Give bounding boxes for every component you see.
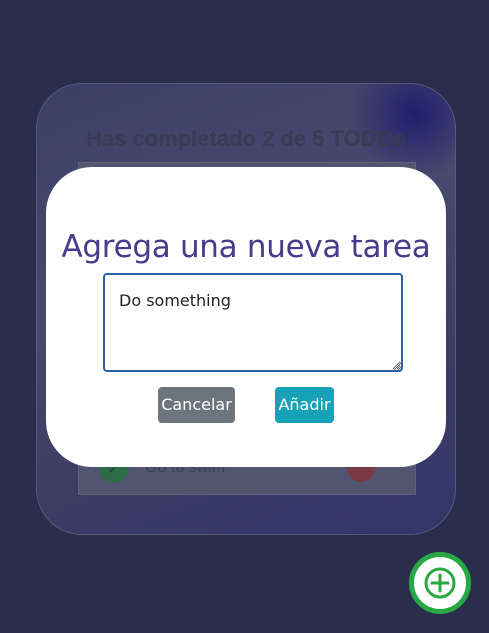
- add-task-modal: Agrega una nueva tarea Do something Canc…: [46, 167, 446, 467]
- resize-grip-icon[interactable]: [394, 362, 402, 370]
- add-task-fab[interactable]: [409, 552, 471, 614]
- task-textarea[interactable]: Do something: [103, 273, 403, 372]
- cancel-button[interactable]: Cancelar: [158, 387, 235, 423]
- plus-icon: [424, 567, 456, 599]
- modal-title: Agrega una nueva tarea: [61, 229, 431, 265]
- add-button[interactable]: Añadir: [275, 387, 334, 423]
- completed-counter-title: Has completado 2 de 5 TODOs: [86, 126, 406, 151]
